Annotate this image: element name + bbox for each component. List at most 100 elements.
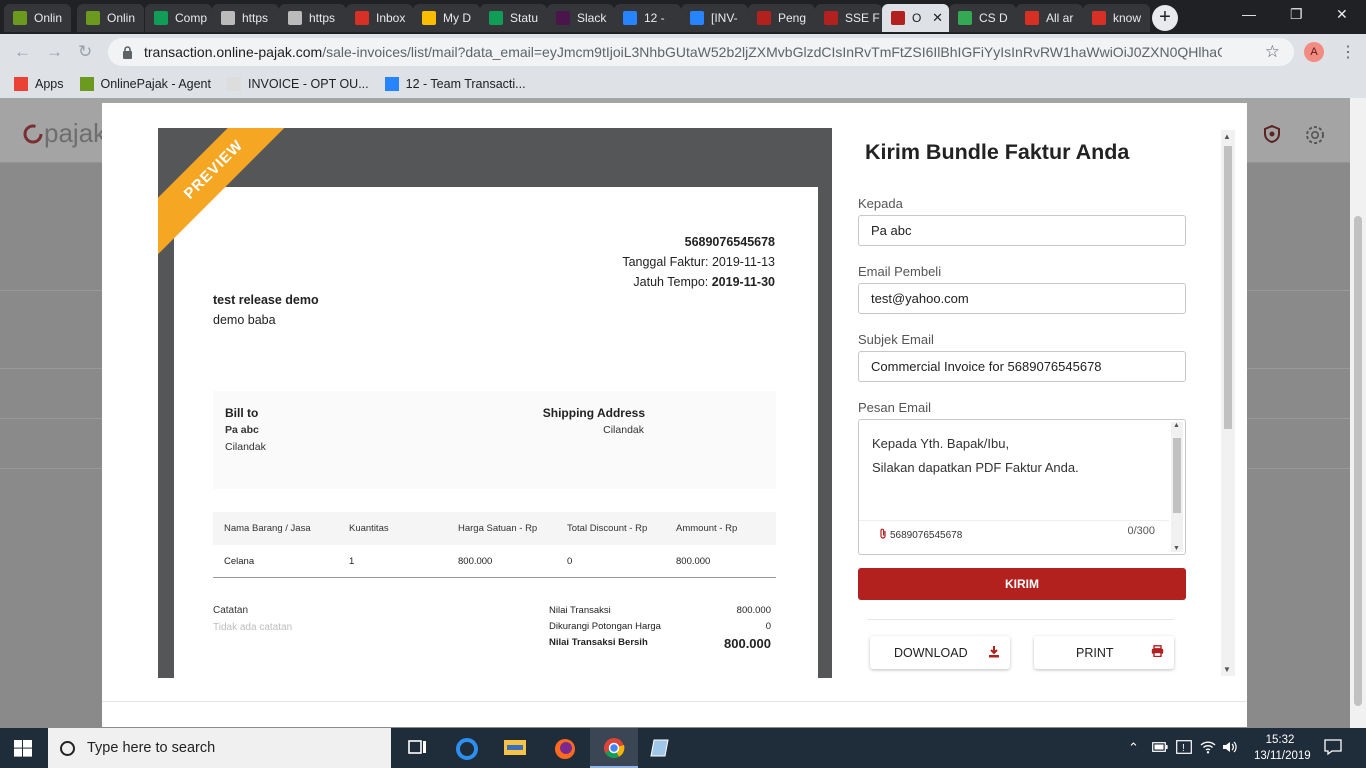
send-button[interactable]: KIRIM	[858, 568, 1186, 600]
close-tab-icon[interactable]: ✕	[932, 10, 943, 26]
browser-tab[interactable]: [INV-	[681, 4, 748, 32]
browser-tab[interactable]: Statu	[480, 4, 547, 32]
invoice-date: Tanggal Faktur: 2019-11-13	[622, 255, 775, 269]
tab-favicon-icon	[891, 11, 905, 25]
bookmark-item[interactable]: OnlinePajak - Agent	[79, 77, 211, 91]
message-line: Silakan dapatkan PDF Faktur Anda.	[872, 460, 1079, 475]
browser-tab[interactable]: CS D	[949, 4, 1016, 32]
divider	[868, 619, 1174, 620]
address-bar[interactable]: transaction.online-pajak.com /sale-invoi…	[108, 38, 1294, 66]
total-row: Dikurangi Potongan Harga 0	[549, 621, 771, 632]
browser-tab[interactable]: https	[279, 4, 346, 32]
bookmark-item[interactable]: Apps	[14, 77, 64, 91]
tab-favicon-icon	[1092, 11, 1106, 25]
windows-start-icon[interactable]	[14, 740, 32, 762]
scroll-down-icon[interactable]: ▼	[1173, 545, 1180, 552]
browser-tab[interactable]: All ar	[1016, 4, 1083, 32]
browser-tab[interactable]: https	[212, 4, 279, 32]
tab-title: Statu	[510, 11, 539, 25]
email-field[interactable]: test@yahoo.com	[858, 283, 1186, 314]
file-explorer-icon[interactable]	[504, 738, 526, 758]
page-scrollbar[interactable]	[1350, 98, 1366, 728]
tab-favicon-icon	[422, 11, 436, 25]
bookmark-item[interactable]: INVOICE - OPT OU...	[227, 77, 369, 91]
browser-tab[interactable]: My D	[413, 4, 480, 32]
to-input[interactable]: Pa abc	[858, 215, 1186, 246]
textarea-scrollbar[interactable]: ▲ ▼	[1171, 422, 1183, 552]
browser-tab[interactable]: Onlin	[4, 4, 71, 32]
notes-app-icon[interactable]	[650, 738, 672, 758]
message-label: Pesan Email	[858, 400, 931, 415]
table-cell: 800.000	[458, 556, 493, 567]
invoice-preview: 5689076545678 Tanggal Faktur: 2019-11-13…	[158, 128, 832, 678]
new-tab-button[interactable]: +	[1152, 5, 1178, 31]
char-counter: 0/300	[1127, 525, 1155, 537]
chrome-taskbar-icon[interactable]	[590, 728, 638, 768]
taskbar-clock[interactable]: 15:32 13/11/2019	[1254, 732, 1311, 764]
bookmark-star-icon[interactable]: ☆	[1265, 42, 1280, 62]
tab-favicon-icon	[824, 11, 838, 25]
browser-tab[interactable]: 12 -	[614, 4, 681, 32]
subject-input[interactable]: Commercial Invoice for 5689076545678	[858, 351, 1186, 382]
apps-grid-icon	[14, 77, 28, 91]
scroll-up-icon[interactable]: ▲	[1173, 422, 1180, 429]
browser-tab[interactable]: know	[1083, 4, 1150, 32]
print-button[interactable]: PRINT	[1034, 636, 1174, 669]
browser-tab[interactable]: Inbox	[346, 4, 413, 32]
forward-icon[interactable]: →	[46, 42, 63, 62]
notifications-icon[interactable]	[1324, 738, 1342, 759]
scroll-down-icon[interactable]: ▼	[1223, 665, 1231, 674]
tray-chevron-icon[interactable]: ⌃	[1128, 740, 1139, 756]
tab-favicon-icon	[86, 11, 100, 25]
attachment[interactable]: 5689076545678	[879, 528, 962, 542]
settings-gear-icon[interactable]	[1304, 124, 1326, 152]
shield-icon[interactable]	[1262, 124, 1282, 150]
download-button[interactable]: DOWNLOAD	[870, 636, 1010, 669]
reload-icon[interactable]: ↻	[78, 42, 92, 62]
task-view-icon[interactable]	[408, 738, 430, 758]
column-header: Nama Barang / Jasa	[224, 523, 311, 534]
message-textarea[interactable]: Kepada Yth. Bapak/Ibu, Silakan dapatkan …	[858, 419, 1186, 555]
close-window-icon[interactable]: ✕	[1336, 6, 1348, 23]
table-cell: 800.000	[676, 556, 711, 567]
firefox-icon[interactable]	[554, 738, 576, 759]
browser-menu-icon[interactable]: ⋮	[1340, 42, 1356, 62]
tab-title: Inbox	[376, 11, 406, 25]
taskbar-search[interactable]: Type here to search	[48, 728, 391, 768]
back-icon[interactable]: ←	[14, 42, 31, 62]
tab-favicon-icon	[690, 11, 704, 25]
minimize-icon[interactable]: —	[1242, 6, 1256, 22]
table-row: Celana 1 800.000 0 800.000	[213, 545, 776, 578]
browser-tab[interactable]: Onlin	[77, 4, 144, 32]
browser-tab[interactable]: Comp	[145, 4, 212, 32]
volume-icon[interactable]	[1222, 740, 1238, 757]
bookmark-favicon-icon	[384, 77, 399, 91]
tab-title: My D	[443, 11, 471, 25]
bookmark-item[interactable]: 12 - Team Transacti...	[384, 77, 526, 91]
browser-tab[interactable]: Slack	[547, 4, 614, 32]
tab-favicon-icon	[1025, 11, 1039, 25]
tab-title: Onlin	[34, 11, 63, 25]
browser-tab[interactable]: Peng	[748, 4, 815, 32]
column-header: Kuantitas	[349, 523, 389, 534]
tab-favicon-icon	[757, 11, 771, 25]
tab-favicon-icon	[489, 11, 503, 25]
edge-icon[interactable]	[456, 738, 478, 760]
column-header: Total Discount - Rp	[567, 523, 648, 534]
tab-title: [INV-	[711, 11, 738, 25]
restore-icon[interactable]: ❐	[1290, 6, 1303, 23]
modal-scrollbar[interactable]: ▲ ▼	[1221, 130, 1235, 676]
browser-tab[interactable]: O ✕	[882, 4, 949, 32]
url-path: /sale-invoices/list/mail?data_email=eyJm…	[322, 44, 1223, 60]
wifi-icon[interactable]	[1200, 740, 1216, 757]
scroll-up-icon[interactable]: ▲	[1223, 132, 1231, 141]
tab-favicon-icon	[623, 11, 637, 25]
profile-avatar[interactable]: A	[1304, 42, 1324, 62]
modal-footer-line	[102, 701, 1247, 702]
tab-title: O	[912, 11, 922, 25]
battery-icon[interactable]	[1152, 740, 1168, 755]
invoice-totals: Nilai Transaksi 800.000 Dikurangi Potongan…	[549, 605, 771, 653]
bookmark-label: 12 - Team Transacti...	[405, 77, 526, 91]
network-warning-icon[interactable]: !	[1176, 740, 1192, 757]
browser-tab[interactable]: SSE F	[815, 4, 882, 32]
